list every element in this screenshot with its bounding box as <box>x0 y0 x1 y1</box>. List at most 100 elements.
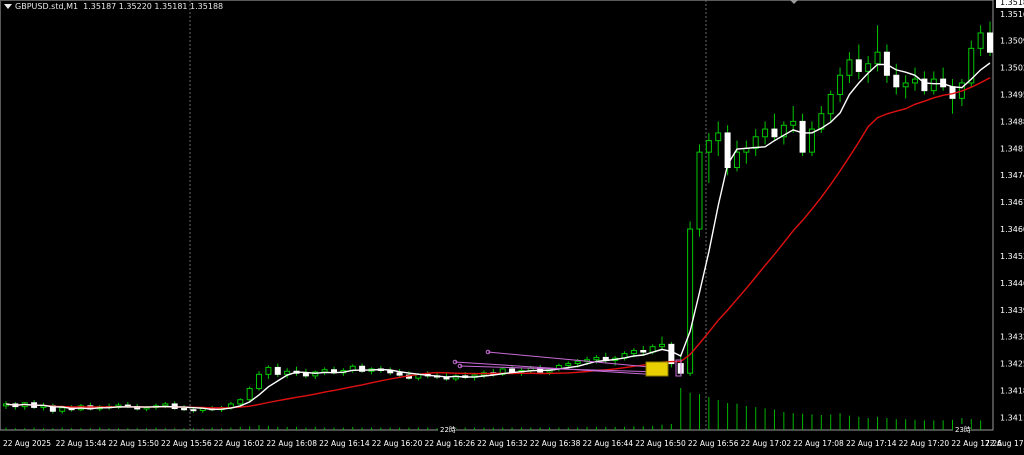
candle-body <box>630 350 637 355</box>
volume-bar <box>698 394 700 430</box>
chart-window[interactable]: GBPUSD.std,M1 1.35187 1.35220 1.35181 1.… <box>0 0 1024 451</box>
volume-bar <box>577 427 579 430</box>
volume-bar <box>492 427 494 430</box>
volume-bar <box>258 425 260 430</box>
volume-bar <box>174 428 176 430</box>
candle-body <box>790 120 797 126</box>
candle-body <box>883 51 890 76</box>
price-axis-label: 1.34950 <box>1000 90 1024 99</box>
volume-bar <box>164 428 166 430</box>
volume-bar <box>380 427 382 430</box>
candle-body <box>799 120 806 153</box>
volume-bar <box>333 427 335 430</box>
volume-bar <box>324 427 326 430</box>
volume-bar <box>249 426 251 430</box>
dropdown-triangle-icon[interactable] <box>4 4 12 9</box>
time-axis-label: 22 Aug 15:56 <box>161 439 212 448</box>
volume-bar <box>146 428 148 430</box>
candle-body <box>987 32 993 53</box>
volume-bar <box>230 427 232 430</box>
volume-bar <box>905 419 907 430</box>
volume-bar <box>980 420 982 430</box>
price-chart-canvas[interactable]: 1.35188 1.35160 1.35090 1.35020 1.34950 1.348… <box>0 0 1024 451</box>
volume-bar <box>839 413 841 430</box>
volume-bar <box>858 416 860 430</box>
time-axis-label: 22 Aug 16:08 <box>266 439 317 448</box>
candle-body <box>640 350 647 353</box>
volume-bar <box>155 427 157 430</box>
volume-bar <box>108 428 110 430</box>
volume-bar <box>614 427 616 430</box>
volume-bar <box>642 426 644 430</box>
volume-bar <box>886 418 888 430</box>
fast-moving-average-line <box>5 62 991 411</box>
volume-bar <box>389 427 391 430</box>
time-axis-label: 22 Aug 16:14 <box>319 439 370 448</box>
candle-body <box>893 74 900 88</box>
candle-body <box>659 343 665 348</box>
candle-body <box>902 82 909 88</box>
volume-bar <box>680 388 682 430</box>
volume-bar <box>361 427 363 430</box>
candle-body <box>846 59 853 76</box>
volume-bar <box>624 427 626 430</box>
volume-bar <box>117 428 119 430</box>
candle-body <box>237 399 244 405</box>
candle-body <box>696 151 703 230</box>
candle-body <box>752 136 759 149</box>
volume-bar <box>24 428 26 430</box>
volume-bar <box>342 427 344 430</box>
volume-bar <box>923 420 925 430</box>
volume-bar <box>783 412 785 430</box>
volume-bar <box>708 397 710 430</box>
volume-bar <box>99 427 101 430</box>
volume-bar <box>502 427 504 430</box>
time-axis-label: 22 Aug 15:50 <box>108 439 159 448</box>
chart-header: GBPUSD.std,M1 1.35187 1.35220 1.35181 1.… <box>4 2 223 11</box>
volume-bar <box>652 425 654 430</box>
volume-bar <box>661 424 663 430</box>
time-axis-label: 22 Aug 2025 <box>3 439 51 448</box>
candle-body <box>855 59 862 72</box>
price-axis-label: 1.35020 <box>1000 64 1024 73</box>
price-axis-label: 1.34250 <box>1000 360 1024 369</box>
volume-bar <box>511 427 513 430</box>
candle-body <box>321 369 328 373</box>
candles-group <box>3 21 993 414</box>
volume-bar <box>483 427 485 430</box>
time-axis-label: 22 Aug 17:02 <box>741 439 792 448</box>
volume-bar <box>5 427 7 430</box>
volume-bar <box>71 428 73 430</box>
time-axis-label: 22 Aug 15:44 <box>56 439 107 448</box>
volume-bar <box>33 427 35 430</box>
candle-body <box>396 372 403 376</box>
volume-bar <box>952 419 954 430</box>
price-axis-label: 1.35188 <box>1000 0 1024 7</box>
price-axis-label: 1.34880 <box>1000 117 1024 126</box>
volume-bar <box>586 427 588 430</box>
time-axis-label: 22 Aug 16:44 <box>583 439 634 448</box>
volume-bar <box>352 427 354 430</box>
volume-bar <box>745 406 747 430</box>
volume-bar <box>183 428 185 430</box>
time-axis-label: 22 Aug 17:14 <box>846 439 897 448</box>
candle-body <box>771 128 778 138</box>
price-axis-label: 1.34180 <box>1000 386 1024 395</box>
candle-body <box>827 93 834 115</box>
candle-body <box>509 368 516 373</box>
volume-bar <box>127 428 129 430</box>
price-axis-label: 1.35160 <box>1000 10 1024 19</box>
volume-bar <box>727 403 729 430</box>
volume-bar <box>605 427 607 430</box>
candle-body <box>181 408 188 411</box>
volume-bar <box>464 427 466 430</box>
candle-body <box>705 140 712 153</box>
candle-body <box>565 363 572 366</box>
volume-bar <box>399 427 401 430</box>
volume-bar <box>14 428 16 430</box>
volume-bar <box>192 428 194 430</box>
volume-bar <box>80 428 82 430</box>
volume-bar <box>558 427 560 430</box>
volume-bar <box>436 428 438 430</box>
candle-body <box>912 78 919 84</box>
